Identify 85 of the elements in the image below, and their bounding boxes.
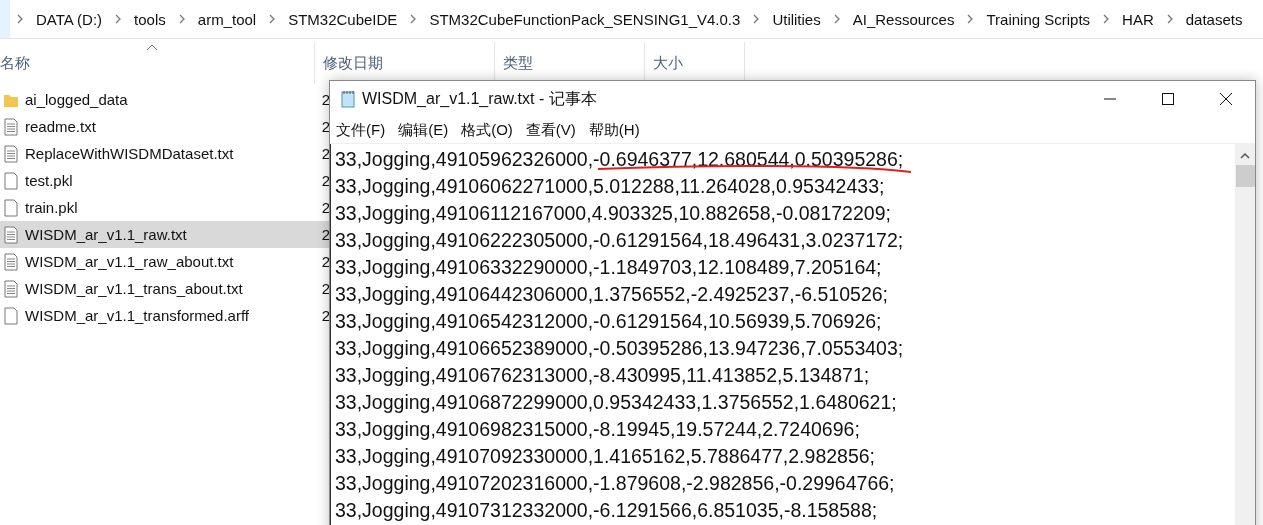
- breadcrumb-item[interactable]: Utilities: [772, 10, 821, 28]
- file-name: WISDM_ar_v1.1_trans_about.txt: [25, 280, 244, 297]
- maximize-icon: [1162, 93, 1174, 105]
- breadcrumb-item[interactable]: AI_Ressources: [852, 10, 955, 28]
- file-name: ai_logged_data: [25, 91, 129, 108]
- column-header[interactable]: 名称: [0, 42, 315, 84]
- menu-item[interactable]: 文件(F): [336, 120, 393, 140]
- text-line: 33,Jogging,49106062271000,5.012288,11.264028,0.95342433;: [335, 174, 886, 199]
- file-date: 2: [321, 226, 330, 243]
- file-name: readme.txt: [25, 118, 97, 135]
- file-name: ReplaceWithWISDMDataset.txt: [25, 145, 235, 162]
- text-line: 33,Jogging,49106762313000,-8.430995,11.413852,5.134871;: [335, 363, 871, 388]
- notepad-icon: [340, 90, 356, 108]
- text-line: 33,Jogging,49106332290000,-1.1849703,12.108489,7.205164;: [335, 255, 883, 280]
- sort-caret-icon: [146, 44, 158, 51]
- text-line: 33,Jogging,49106442306000,1.3756552,-2.4925237,-6.510526;: [335, 282, 889, 307]
- breadcrumb-item[interactable]: arm_tool: [197, 10, 257, 28]
- chevron-icon: [832, 14, 841, 24]
- text-line: 33,Jogging,49106982315000,-8.19945,19.57244,2.7240696;: [335, 417, 861, 442]
- file-name: train.pkl: [25, 199, 79, 216]
- address-bar[interactable]: DATA (D:) tools arm_tool STM32CubeIDE STM32CubeFunctionPack_SENSING1_V4.0.3 Utilities AI_Ressources Training Scripts HAR datasets: [0, 0, 1263, 39]
- file-date: 2: [321, 145, 330, 162]
- window-title: WISDM_ar_v1.1_raw.txt - 记事本: [362, 88, 598, 109]
- file-name: test.pkl: [25, 172, 74, 189]
- chevron-icon: [268, 14, 277, 24]
- file-row[interactable]: WISDM_ar_v1.1_raw.txt 2: [0, 221, 330, 248]
- chevron-icon: [16, 14, 24, 24]
- text-line: 33,Jogging,49106222305000,-0.61291564,18.496431,3.0237172;: [335, 228, 905, 253]
- close-icon: [1220, 93, 1232, 105]
- text-line: 33,Jogging,49106872299000,0.95342433,1.3756552,1.6480621;: [335, 390, 898, 415]
- chevron-icon: [1165, 14, 1174, 24]
- file-icon: [3, 171, 19, 190]
- file-date: 2: [321, 307, 330, 324]
- file-row[interactable]: WISDM_ar_v1.1_raw_about.txt 2: [0, 248, 330, 275]
- file-icon: [3, 198, 19, 217]
- chevron-icon: [114, 14, 123, 24]
- breadcrumb-item[interactable]: DATA (D:): [36, 10, 103, 28]
- text-file-icon: [3, 144, 19, 163]
- file-date: 2: [321, 199, 330, 216]
- text-file-icon: [3, 279, 19, 298]
- text-file-icon: [3, 117, 19, 136]
- breadcrumb-highlight[interactable]: [0, 0, 10, 38]
- breadcrumb-item[interactable]: Training Scripts: [986, 10, 1091, 28]
- file-row[interactable]: test.pkl 2: [0, 167, 330, 194]
- file-row[interactable]: train.pkl 2: [0, 194, 330, 221]
- file-name: WISDM_ar_v1.1_raw.txt: [25, 226, 188, 243]
- scroll-up-icon[interactable]: [1240, 152, 1250, 159]
- file-date: 2: [321, 118, 330, 135]
- file-row[interactable]: WISDM_ar_v1.1_trans_about.txt 2: [0, 275, 330, 302]
- menu-item[interactable]: 格式(O): [461, 120, 520, 140]
- file-row[interactable]: WISDM_ar_v1.1_transformed.arff 2: [0, 302, 330, 329]
- file-date: 2: [321, 91, 330, 108]
- scroll-thumb[interactable]: [1235, 165, 1255, 187]
- file-row[interactable]: ai_logged_data 2: [0, 86, 330, 113]
- text-line: 33,Jogging,49106112167000,4.903325,10.882658,-0.08172209;: [335, 201, 892, 226]
- menu-item[interactable]: 帮助(H): [588, 120, 647, 140]
- scrollbar[interactable]: [1235, 144, 1255, 525]
- text-line: 33,Jogging,49107092330000,1.4165162,5.7886477,2.982856;: [335, 444, 877, 469]
- text-line: 33,Jogging,49106652389000,-0.50395286,13.947236,7.0553403;: [335, 336, 905, 361]
- text-line: 33,Jogging,49107202316000,-1.879608,-2.982856,-0.29964766;: [335, 471, 896, 496]
- file-date: 2: [321, 280, 330, 297]
- file-name: WISDM_ar_v1.1_transformed.arff: [25, 307, 250, 324]
- text-file-icon: [3, 225, 19, 244]
- text-line: 33,Jogging,49105962326000,-0.6946377,12.680544,0.50395286;: [335, 146, 1235, 173]
- breadcrumb-item[interactable]: tools: [134, 10, 166, 28]
- chevron-icon: [752, 14, 761, 24]
- file-icon: [3, 306, 19, 325]
- chevron-icon: [966, 14, 975, 24]
- file-row[interactable]: ReplaceWithWISDMDataset.txt 2: [0, 140, 330, 167]
- text-line: 33,Jogging,49107312332000,-6.1291566,6.851035,-8.158588;: [335, 498, 879, 523]
- text-line: 33,Jogging,49106542312000,-0.61291564,10.56939,5.706926;: [335, 309, 883, 334]
- breadcrumb-item[interactable]: STM32CubeIDE: [288, 10, 398, 28]
- file-row[interactable]: readme.txt 2: [0, 113, 330, 140]
- text-file-icon: [3, 252, 19, 271]
- chevron-icon: [1102, 14, 1111, 24]
- file-date: 2: [321, 172, 330, 189]
- file-date: 2: [321, 253, 330, 270]
- breadcrumb-item[interactable]: HAR: [1122, 10, 1154, 28]
- menu-item[interactable]: 编辑(E): [398, 120, 456, 140]
- file-name: WISDM_ar_v1.1_raw_about.txt: [25, 253, 235, 270]
- chevron-icon: [177, 14, 186, 24]
- chevron-icon: [409, 14, 418, 24]
- breadcrumb-item[interactable]: STM32CubeFunctionPack_SENSING1_V4.0.3: [429, 10, 741, 28]
- menu-item[interactable]: 查看(V): [525, 120, 583, 140]
- breadcrumb-item[interactable]: datasets: [1185, 10, 1243, 28]
